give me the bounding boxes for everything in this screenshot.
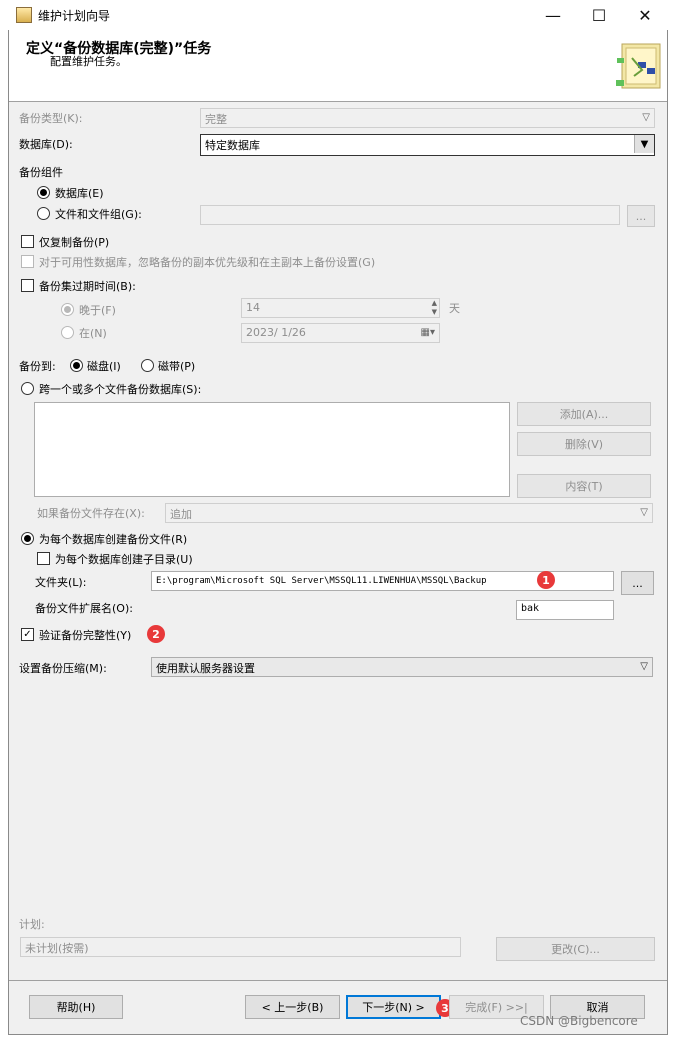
radio-disk[interactable] (70, 359, 83, 372)
database-select[interactable]: 特定数据库 ▼ (200, 134, 655, 156)
page-subtitle: 配置维护任务。 (50, 55, 127, 68)
database-label: 数据库(D): (19, 138, 73, 151)
annotation-badge-2: 2 (147, 625, 165, 643)
help-button[interactable]: 帮助(H) (29, 995, 123, 1019)
chevron-down-icon: ▽ (640, 661, 648, 672)
maximize-button[interactable]: ☐ (576, 0, 622, 30)
backup-to-label: 备份到: (19, 360, 56, 373)
if-exists-value: 追加 (170, 508, 192, 521)
radio-files[interactable] (37, 207, 50, 220)
radio-expire-after[interactable] (61, 303, 74, 316)
radio-database[interactable] (37, 186, 50, 199)
expiry-checkbox[interactable] (21, 279, 34, 292)
add-file-button[interactable]: 添加(A)... (517, 402, 651, 426)
expire-date-value: 2023/ 1/26 (246, 326, 306, 339)
compression-label: 设置备份压缩(M): (19, 662, 107, 675)
availability-checkbox[interactable] (21, 255, 34, 268)
days-unit-label: 天 (449, 302, 460, 315)
contents-button[interactable]: 内容(T) (517, 474, 651, 498)
backup-type-label: 备份类型(K): (19, 112, 83, 125)
spinner-arrows-icon[interactable]: ▲ ▼ (432, 299, 437, 317)
copy-only-checkbox[interactable] (21, 235, 34, 248)
app-icon (16, 7, 32, 23)
wizard-icon (612, 40, 666, 94)
compression-value: 使用默认服务器设置 (156, 662, 255, 675)
schedule-value: 未计划(按需) (20, 937, 461, 957)
database-value: 特定数据库 (205, 139, 260, 152)
backup-type-value: 完整 (205, 113, 227, 126)
span-files-label[interactable]: 跨一个或多个文件备份数据库(S): (39, 381, 201, 397)
radio-tape-label[interactable]: 磁带(P) (158, 358, 195, 374)
dropdown-arrow-icon[interactable]: ▼ (634, 135, 654, 153)
radio-tape[interactable] (141, 359, 154, 372)
files-input[interactable] (200, 205, 620, 225)
chevron-down-icon: ▽ (640, 507, 648, 518)
expiry-label[interactable]: 备份集过期时间(B): (39, 278, 136, 294)
radio-files-label[interactable]: 文件和文件组(G): (55, 206, 142, 222)
change-schedule-button[interactable]: 更改(C)... (496, 937, 655, 961)
remove-file-button[interactable]: 删除(V) (517, 432, 651, 456)
expire-date-picker[interactable]: 2023/ 1/26 ▦▾ (241, 323, 440, 343)
verify-label[interactable]: 验证备份完整性(Y) (39, 627, 131, 643)
watermark: CSDN @Bigbencore (520, 1014, 638, 1028)
radio-per-db-file[interactable] (21, 532, 34, 545)
extension-input[interactable]: bak (516, 600, 614, 620)
minimize-button[interactable]: — (530, 0, 576, 30)
if-exists-select[interactable]: 追加 ▽ (165, 503, 653, 523)
next-button[interactable]: 下一步(N) > (346, 995, 441, 1019)
backup-files-list[interactable] (34, 402, 510, 497)
back-button[interactable]: < 上一步(B) (245, 995, 340, 1019)
subdir-label[interactable]: 为每个数据库创建子目录(U) (55, 551, 193, 567)
close-button[interactable]: ✕ (622, 0, 668, 30)
chevron-down-icon: ▽ (642, 112, 650, 123)
extension-label: 备份文件扩展名(O): (35, 602, 133, 615)
folder-browse-button[interactable]: ... (621, 571, 654, 595)
copy-only-label[interactable]: 仅复制备份(P) (39, 234, 109, 250)
expire-days-value: 14 (246, 301, 260, 314)
radio-database-label[interactable]: 数据库(E) (55, 185, 104, 201)
calendar-icon[interactable]: ▦▾ (421, 327, 435, 338)
radio-span-files[interactable] (21, 382, 34, 395)
subdir-checkbox[interactable] (37, 552, 50, 565)
radio-expire-on[interactable] (61, 326, 74, 339)
files-browse-button[interactable]: ... (627, 205, 655, 227)
expire-on-label: 在(N) (79, 327, 107, 340)
expire-after-label: 晚于(F) (79, 304, 116, 317)
annotation-badge-1: 1 (537, 571, 555, 589)
schedule-label: 计划: (19, 918, 45, 931)
verify-checkbox[interactable]: ✓ (21, 628, 34, 641)
footer-divider (9, 980, 667, 981)
if-exists-label: 如果备份文件存在(X): (37, 507, 145, 520)
per-db-file-label[interactable]: 为每个数据库创建备份文件(R) (39, 531, 187, 547)
expire-days-spinner[interactable]: 14 ▲ ▼ (241, 298, 440, 318)
folder-label: 文件夹(L): (35, 576, 87, 589)
availability-label: 对于可用性数据库，忽略备份的副本优先级和在主副本上备份设置(G) (39, 256, 376, 269)
backup-component-label: 备份组件 (19, 166, 63, 179)
backup-type-select[interactable]: 完整 ▽ (200, 108, 655, 128)
radio-disk-label[interactable]: 磁盘(I) (87, 358, 121, 374)
window-title: 维护计划向导 (38, 9, 111, 23)
compression-select[interactable]: 使用默认服务器设置 ▽ (151, 657, 653, 677)
